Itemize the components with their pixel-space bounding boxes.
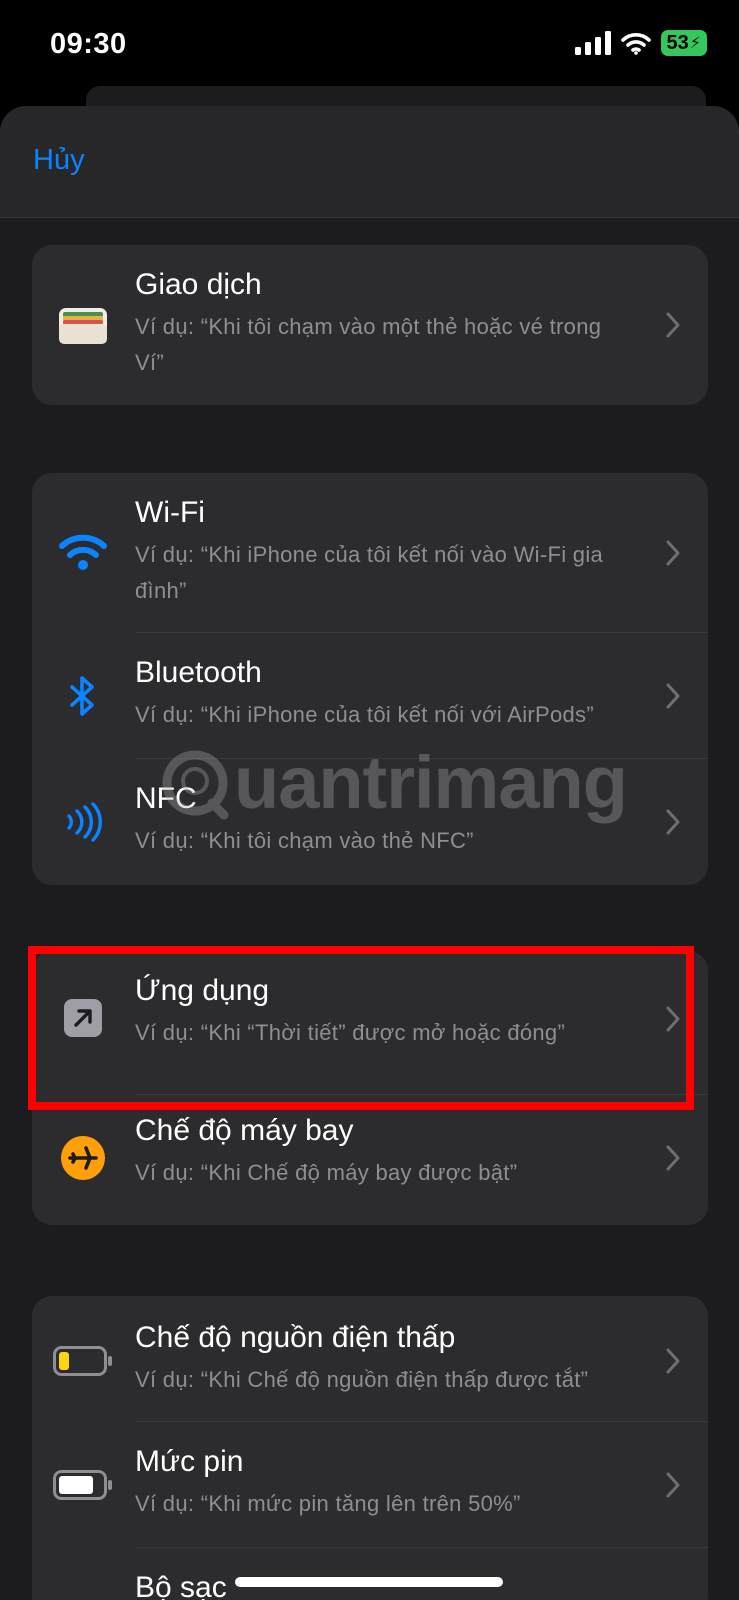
battery-level-icon [52, 1458, 114, 1512]
wallet-icon [56, 299, 110, 353]
battery-percent: 53 [666, 31, 689, 54]
row-wifi-title: Wi-Fi [135, 496, 205, 529]
wifi-icon [56, 525, 110, 579]
row-transaction[interactable]: Giao dịch Ví dụ: “Khi tôi chạm vào một t… [32, 245, 708, 405]
chevron-right-icon [666, 1348, 680, 1374]
chevron-right-icon [666, 1472, 680, 1498]
row-app-subtitle: Ví dụ: “Khi “Thời tiết” được mở hoặc đón… [135, 1020, 566, 1045]
airplane-icon [56, 1131, 110, 1185]
row-transaction-title: Giao dịch [135, 268, 262, 301]
low-power-battery-icon [52, 1334, 114, 1388]
chevron-right-icon [666, 1145, 680, 1171]
row-bluetooth-text: Bluetooth Ví dụ: “Khi iPhone của tôi kết… [135, 655, 666, 733]
row-wifi-text: Wi-Fi Ví dụ: “Khi iPhone của tôi kết nối… [135, 495, 708, 609]
row-nfc-text: NFC Ví dụ: “Khi tôi chạm vào thẻ NFC” [135, 781, 546, 859]
row-low-power-subtitle: Ví dụ: “Khi Chế độ nguồn điện thấp được … [135, 1367, 589, 1392]
app-arrow-icon [56, 991, 110, 1045]
row-airplane-mode[interactable]: Chế độ máy bay Ví dụ: “Khi Chế độ máy ba… [32, 1095, 708, 1225]
row-battery-level-title: Mức pin [135, 1445, 244, 1478]
group-power: Chế độ nguồn điện thấp Ví dụ: “Khi Chế đ… [32, 1296, 708, 1600]
chevron-right-icon [666, 1006, 680, 1032]
row-low-power-text: Chế độ nguồn điện thấp Ví dụ: “Khi Chế đ… [135, 1320, 660, 1398]
row-airplane-subtitle: Ví dụ: “Khi Chế độ máy bay được bật” [135, 1160, 518, 1185]
home-indicator[interactable] [235, 1577, 503, 1587]
chevron-right-icon [666, 540, 680, 566]
row-app-title: Ứng dụng [135, 974, 270, 1007]
row-airplane-text: Chế độ máy bay Ví dụ: “Khi Chế độ máy ba… [135, 1113, 589, 1191]
chevron-right-icon [666, 809, 680, 835]
row-charger-title: Bộ sạc [135, 1571, 227, 1600]
row-transaction-text: Giao dịch Ví dụ: “Khi tôi chạm vào một t… [135, 267, 708, 381]
row-nfc[interactable]: NFC Ví dụ: “Khi tôi chạm vào thẻ NFC” [32, 759, 708, 885]
row-low-power[interactable]: Chế độ nguồn điện thấp Ví dụ: “Khi Chế đ… [32, 1296, 708, 1422]
row-battery-level-subtitle: Ví dụ: “Khi mức pin tăng lên trên 50%” [135, 1491, 521, 1516]
row-bluetooth-subtitle: Ví dụ: “Khi iPhone của tôi kết nối với A… [135, 702, 594, 727]
group-transactions: Giao dịch Ví dụ: “Khi tôi chạm vào một t… [32, 245, 708, 405]
row-airplane-title: Chế độ máy bay [135, 1114, 354, 1147]
battery-charging-icon: 53 ⚡ [660, 30, 707, 56]
row-low-power-title: Chế độ nguồn điện thấp [135, 1321, 456, 1354]
wifi-icon [620, 33, 651, 55]
row-nfc-title: NFC [135, 782, 197, 815]
chevron-right-icon [666, 683, 680, 709]
row-bluetooth-title: Bluetooth [135, 656, 262, 689]
row-battery-level[interactable]: Mức pin Ví dụ: “Khi mức pin tăng lên trê… [32, 1422, 708, 1548]
group-connectivity: Wi-Fi Ví dụ: “Khi iPhone của tôi kết nối… [32, 473, 708, 885]
row-wifi[interactable]: Wi-Fi Ví dụ: “Khi iPhone của tôi kết nối… [32, 473, 708, 633]
row-nfc-subtitle: Ví dụ: “Khi tôi chạm vào thẻ NFC” [135, 828, 474, 853]
row-charger[interactable]: Bộ sạc [32, 1548, 708, 1600]
row-transaction-subtitle: Ví dụ: “Khi tôi chạm vào một thẻ hoặc vé… [135, 314, 602, 375]
bluetooth-icon [56, 669, 110, 723]
row-app-text: Ứng dụng Ví dụ: “Khi “Thời tiết” được mở… [135, 973, 637, 1051]
row-battery-level-text: Mức pin Ví dụ: “Khi mức pin tăng lên trê… [135, 1444, 593, 1522]
chevron-right-icon [666, 312, 680, 338]
cellular-signal-icon [574, 31, 611, 55]
status-icons: 53 ⚡ [574, 30, 707, 56]
charging-bolt-icon: ⚡ [689, 35, 701, 52]
nfc-icon [56, 795, 110, 849]
status-bar: 09:30 53 ⚡ [0, 0, 739, 90]
status-time: 09:30 [50, 28, 127, 60]
row-wifi-subtitle: Ví dụ: “Khi iPhone của tôi kết nối vào W… [135, 542, 604, 603]
cancel-button[interactable]: Hủy [33, 144, 85, 177]
group-apps: Ứng dụng Ví dụ: “Khi “Thời tiết” được mở… [32, 951, 708, 1225]
nav-bar: Hủy [0, 106, 739, 218]
row-bluetooth[interactable]: Bluetooth Ví dụ: “Khi iPhone của tôi kết… [32, 633, 708, 759]
row-app[interactable]: Ứng dụng Ví dụ: “Khi “Thời tiết” được mở… [32, 951, 708, 1095]
